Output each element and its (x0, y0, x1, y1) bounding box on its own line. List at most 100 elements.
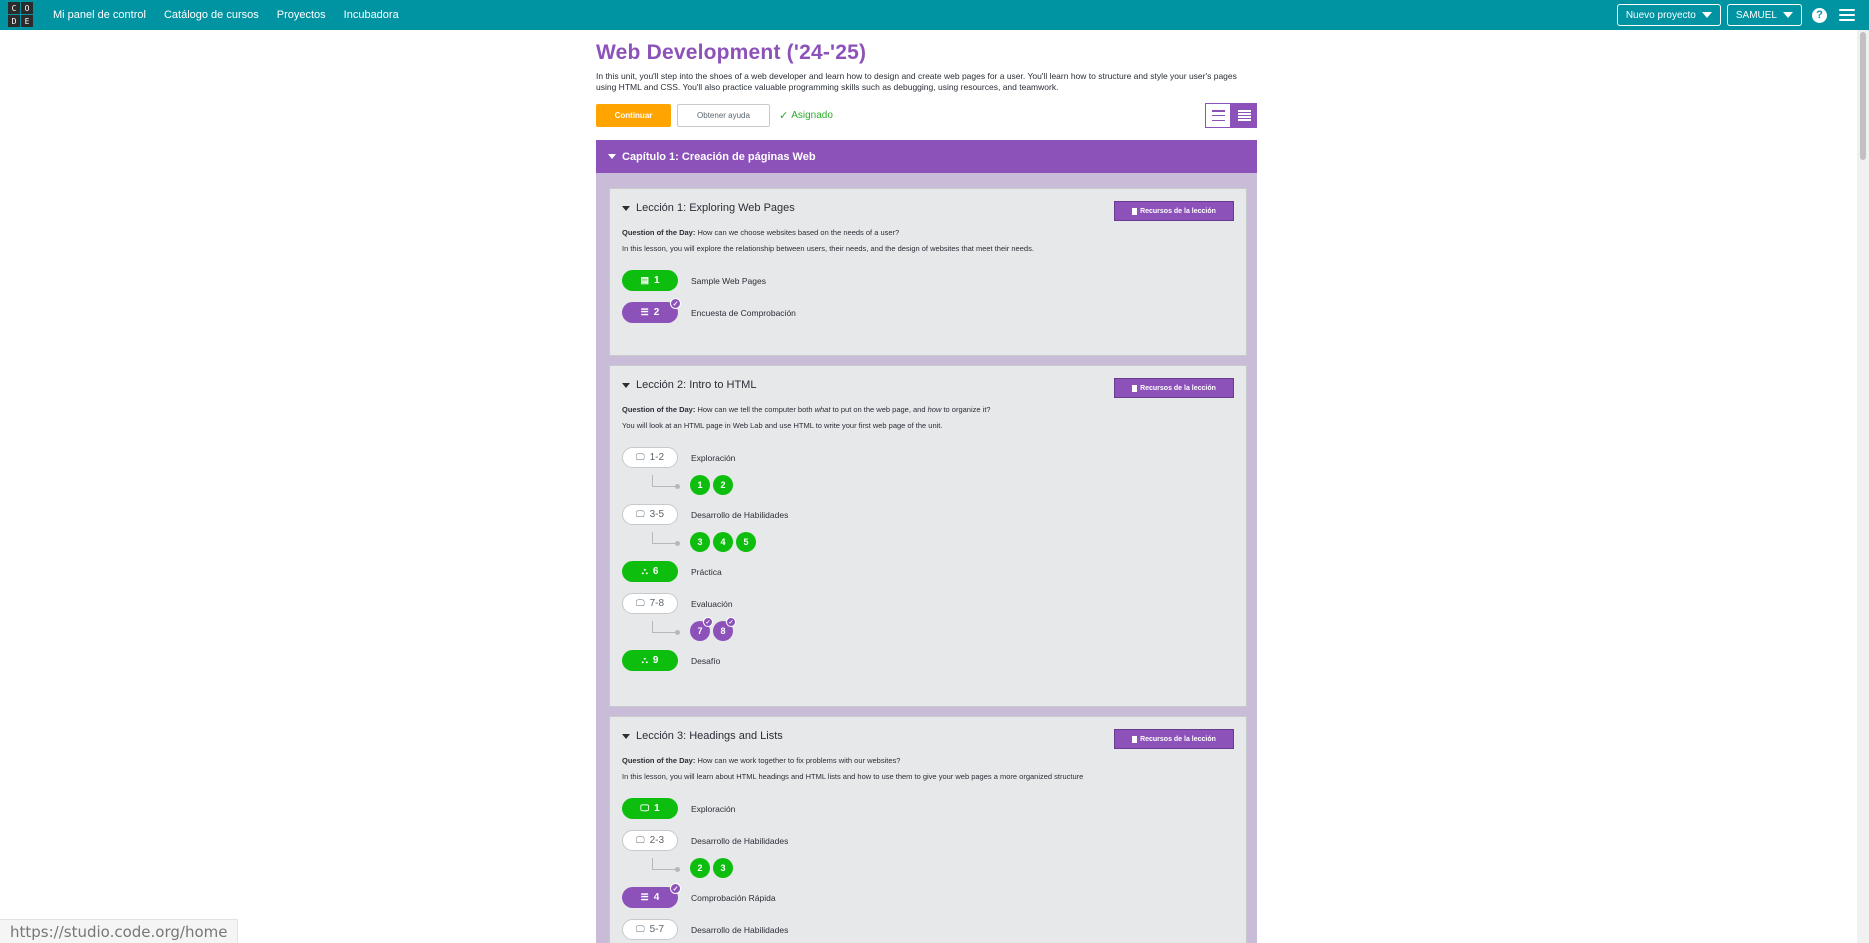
sublevel-bubbles: 2 3 (690, 858, 733, 878)
header-right: Nuevo proyecto SAMUEL ? (1616, 4, 1855, 26)
new-project-dropdown[interactable]: Nuevo proyecto (1616, 4, 1721, 26)
connector-line (652, 475, 680, 489)
level-pill[interactable]: ☰ 4 ✓ (622, 883, 681, 908)
sublevel-bubbles: 1 2 (690, 475, 733, 495)
detail-view-icon[interactable] (1231, 103, 1257, 128)
hamburger-menu-icon[interactable] (1839, 9, 1855, 21)
qotd-text: How can we choose websites based on the … (697, 228, 900, 237)
sublevel-bubbles: 7 ✓ 8 ✓ (690, 617, 736, 641)
sublevel-bubble[interactable]: 3 (690, 532, 710, 552)
lesson-resources-button[interactable]: Recursos de la lección (1114, 201, 1234, 221)
sublevel-row: 2 3 (622, 857, 1234, 879)
collapse-triangle-icon (608, 154, 616, 159)
logo-letter: O (21, 2, 33, 14)
nav-dashboard[interactable]: Mi panel de control (53, 9, 146, 21)
continue-button[interactable]: Continuar (596, 104, 671, 127)
connector-line (652, 621, 680, 635)
level-pill[interactable]: 🖵 7-8 (622, 593, 678, 614)
level-pill[interactable]: 🖵 1-2 (622, 447, 678, 468)
level-number: 1 (653, 275, 660, 286)
main-nav: Mi panel de control Catálogo de cursos P… (53, 9, 417, 21)
level-label[interactable]: Exploración (691, 804, 735, 814)
level-row: ⛬ 6 Práctica (622, 561, 1234, 582)
level-label[interactable]: Desarrollo de Habilidades (691, 836, 788, 846)
sublevel-bubbles: 3 4 5 (690, 532, 756, 552)
collapse-triangle-icon (622, 205, 630, 211)
nav-course-catalog[interactable]: Catálogo de cursos (164, 9, 259, 21)
level-number: 1-2 (649, 452, 665, 463)
document-icon (1132, 735, 1138, 743)
level-label[interactable]: Comprobación Rápida (691, 893, 776, 903)
level-label[interactable]: Sample Web Pages (691, 276, 766, 286)
code-logo[interactable]: C O D E (6, 0, 36, 30)
qotd-emphasis: how (927, 405, 942, 414)
sublevel-bubble[interactable]: 8 ✓ (713, 617, 736, 641)
unit-actions: Continuar Obtener ayuda ✓ Asignado (596, 103, 1257, 128)
help-icon[interactable]: ? (1812, 7, 1827, 23)
level-number: 2-3 (649, 835, 665, 846)
lesson-resources-button[interactable]: Recursos de la lección (1114, 378, 1234, 398)
qotd-emphasis: what (814, 405, 831, 414)
logo-letter: E (21, 15, 33, 27)
level-pill[interactable]: 🖵 1 (622, 798, 678, 819)
level-row: ⛬ 9 Desafío (622, 650, 1234, 671)
level-row: 🖵 2-3 Desarrollo de Habilidades (622, 830, 1234, 851)
scrollbar-thumb[interactable] (1860, 32, 1866, 160)
level-pill[interactable]: ▤ 1 (622, 270, 678, 291)
level-pill[interactable]: 🖵 5-7 (622, 919, 678, 940)
level-list: 🖵 1-2 Exploración 1 2 🖵 3-5 Desarrollo de … (622, 447, 1234, 671)
lesson-description: You will look at an HTML page in Web Lab… (622, 421, 943, 430)
monitor-icon: 🖵 (635, 509, 645, 519)
unit-description: In this unit, you'll step into the shoes… (596, 71, 1237, 92)
list-icon: ☰ (640, 892, 649, 902)
sublevel-bubble[interactable]: 1 (690, 475, 710, 495)
level-label[interactable]: Exploración (691, 453, 735, 463)
level-pill[interactable]: 🖵 2-3 (622, 830, 678, 851)
level-row: 🖵 1 Exploración (622, 798, 1234, 819)
nav-incubator[interactable]: Incubadora (344, 9, 399, 21)
qotd-label: Question of the Day: (622, 756, 696, 765)
level-pill[interactable]: 🖵 3-5 (622, 504, 678, 525)
sublevel-bubble[interactable]: 2 (690, 858, 710, 878)
chapter-header[interactable]: Capítulo 1: Creación de páginas Web (596, 140, 1257, 173)
level-number: 3-5 (649, 509, 665, 520)
monitor-icon: 🖵 (635, 452, 645, 462)
caret-down-icon (1701, 12, 1712, 18)
lesson-card: Lección 3: Headings and Lists Recursos d… (609, 716, 1247, 943)
chapter-section: Capítulo 1: Creación de páginas Web Lecc… (596, 140, 1257, 943)
level-label[interactable]: Desarrollo de Habilidades (691, 510, 788, 520)
level-label[interactable]: Desafío (691, 656, 720, 666)
user-menu-dropdown[interactable]: SAMUEL (1726, 4, 1802, 26)
summary-view-icon[interactable] (1205, 103, 1231, 128)
level-label[interactable]: Encuesta de Comprobación (691, 308, 796, 318)
lesson-resources-button[interactable]: Recursos de la lección (1114, 729, 1234, 749)
sublevel-bubble[interactable]: 2 (713, 475, 733, 495)
level-label[interactable]: Desarrollo de Habilidades (691, 925, 788, 935)
level-pill[interactable]: ⛬ 6 (622, 561, 678, 582)
level-number: 5-7 (649, 924, 665, 935)
monitor-icon: 🖵 (640, 803, 650, 813)
completed-check-icon: ✓ (726, 617, 736, 627)
logo-letter: C (8, 2, 20, 14)
sublevel-bubble[interactable]: 5 (736, 532, 756, 552)
page-scrollbar[interactable] (1857, 30, 1869, 943)
lesson-resources-label: Recursos de la lección (1140, 735, 1216, 743)
sublevel-bubble[interactable]: 4 (713, 532, 733, 552)
level-label[interactable]: Evaluación (691, 599, 733, 609)
qotd-label: Question of the Day: (622, 228, 696, 237)
lesson-title: Lección 3: Headings and Lists (636, 730, 783, 742)
network-icon: ⛬ (641, 655, 648, 665)
level-label[interactable]: Práctica (691, 567, 722, 577)
sublevel-bubble[interactable]: 3 (713, 858, 733, 878)
sublevel-row: 7 ✓ 8 ✓ (622, 617, 1234, 642)
nav-projects[interactable]: Proyectos (277, 9, 326, 21)
user-name: SAMUEL (1735, 9, 1777, 21)
sublevel-row: 3 4 5 (622, 531, 1234, 553)
sublevel-bubble[interactable]: 7 ✓ (690, 617, 713, 641)
get-help-button[interactable]: Obtener ayuda (677, 104, 770, 127)
qotd-text: to put on the web page, and (830, 405, 928, 414)
level-pill[interactable]: ☰ 2 ✓ (622, 298, 681, 323)
level-pill[interactable]: ⛬ 9 (622, 650, 678, 671)
lesson-description: In this lesson, you will learn about HTM… (622, 772, 1084, 781)
logo-letter: D (8, 15, 20, 27)
